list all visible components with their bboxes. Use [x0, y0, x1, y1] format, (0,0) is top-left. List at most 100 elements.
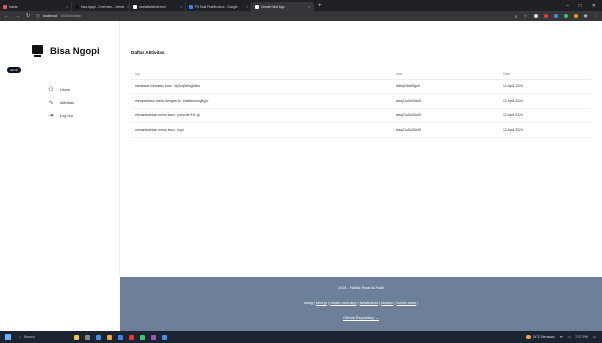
role-badge: admin [7, 67, 22, 73]
extension-icon[interactable] [573, 14, 578, 18]
tech-link[interactable]: tailwindcss [360, 301, 378, 305]
date-cell: 12 April 2024 [503, 79, 591, 94]
browser-tab[interactable]: P3 Soal Praktik.docx - Google × [186, 2, 252, 11]
url-field[interactable]: ⓘ localhost:3000/activity [36, 14, 81, 19]
tech-link[interactable]: next.js [316, 301, 327, 305]
sidebar-item-label: Users [60, 87, 70, 92]
address-bar: ← → ↻ ⓘ localhost:3000/activity ⌕ ☆ ◉ ⋮ [0, 11, 602, 21]
table-row: membuat menuaku baru : idj3oq0eksg0abc f6… [131, 79, 591, 94]
footer-tech-list: using | next.js | create-next-app | tail… [303, 301, 419, 305]
system-tray: 24°C Berawan ≋ ◁ 7:17 PM ▭ [525, 335, 602, 339]
menu-kebab-icon[interactable]: ⋮ [594, 13, 599, 19]
window-controls: – □ ✕ [566, 3, 602, 9]
sidebar-item-users[interactable]: ⚇ Users [48, 83, 74, 96]
url-host: localhost [42, 14, 57, 18]
table-row: menambahkan menu baru : porsche 911 gt tz… [131, 108, 591, 123]
footer-using-prefix: using | [303, 301, 315, 305]
tech-link[interactable]: shadcn [381, 301, 393, 305]
app-icon[interactable] [96, 334, 101, 340]
extension-icon[interactable] [563, 14, 568, 18]
forward-icon[interactable]: → [15, 13, 20, 19]
extension-icon[interactable] [553, 14, 558, 18]
app-icon[interactable] [151, 334, 156, 340]
app-icon[interactable] [85, 334, 90, 340]
log-cell: menambahkan menu baru : kopi [131, 122, 396, 138]
wifi-icon[interactable]: ≋ [560, 335, 563, 339]
activity-icon: ∿ [48, 100, 54, 106]
extensions-area: ⌕ ☆ ◉ ⋮ [515, 13, 598, 19]
browser-tab-strip: Inside × bisa-ngopi - Overview – Vercel × ri… [0, 0, 602, 11]
user-icon: ⚇ [48, 87, 54, 93]
clock[interactable]: 7:17 PM [575, 335, 588, 339]
close-tab-icon[interactable]: × [305, 5, 310, 9]
logout-icon: ⇥ [48, 113, 54, 119]
log-cell: menambahkan menu baru : porsche 911 gt [131, 108, 396, 123]
tech-link[interactable]: create-next-app [330, 301, 357, 305]
activity-table: log user Date membuat menuaku baru : idj… [131, 69, 591, 138]
app-icon[interactable] [74, 334, 79, 340]
bookmark-star-icon[interactable]: ☆ [524, 13, 528, 19]
extension-icon[interactable] [543, 14, 548, 18]
favicon-icon [75, 4, 79, 9]
date-cell: 12 April 2024 [503, 122, 591, 138]
browser-tab[interactable]: rizaladlafi/next-test × [130, 2, 186, 11]
tab-label: rizaladlafi/next-test [139, 4, 166, 9]
user-cell: f6kbyf18a03go0 [396, 79, 503, 94]
close-tab-icon[interactable]: × [124, 5, 129, 9]
app-icon[interactable] [107, 334, 112, 340]
sidebar-item-label: Log out [60, 113, 73, 118]
brand-name: Bisa Ngopi [50, 46, 100, 57]
notification-icon[interactable]: ▭ [593, 335, 596, 339]
browser-tab[interactable]: Inside × [0, 2, 72, 11]
date-cell: 12 April 2024 [503, 108, 591, 123]
tab-label: bisa-ngopi - Overview – Vercel [81, 4, 125, 9]
sidebar-item-label: Aktivitas [60, 100, 75, 105]
app-icon[interactable] [118, 334, 123, 340]
minimize-icon[interactable]: – [566, 3, 569, 9]
maximize-icon[interactable]: □ [579, 3, 582, 9]
weather-widget[interactable]: 24°C Berawan [525, 335, 555, 339]
footer-credit: 2024 - Hafidz Rizal Al-Fadli [338, 286, 384, 290]
close-window-icon[interactable]: ✕ [592, 3, 596, 9]
brand: Bisa Ngopi [32, 45, 100, 58]
windows-start-icon[interactable] [5, 334, 11, 340]
extension-icon[interactable] [533, 14, 538, 18]
sidebar: Bisa Ngopi admin ⚇ Users ∿ Aktivitas ⇥ Log ou… [0, 21, 120, 277]
date-cell: 12 April 2024 [503, 93, 591, 109]
table-row: menambahkan menu baru : kopi tzeq21u5u00c… [131, 122, 591, 138]
sidebar-nav: ⚇ Users ∿ Aktivitas ⇥ Log out [48, 83, 74, 122]
tab-label: Inside [9, 4, 18, 9]
favicon-icon [189, 4, 193, 9]
app-icon[interactable] [140, 334, 145, 340]
taskbar-search-label: Search [23, 335, 35, 339]
profile-icon[interactable]: ◉ [584, 13, 588, 19]
close-tab-icon[interactable]: × [63, 5, 68, 9]
zoom-icon[interactable]: ⌕ [515, 14, 518, 19]
github-repo-link[interactable]: GitHub Repository → [120, 316, 602, 320]
user-cell: tzeq21u5u00c05 [396, 122, 503, 138]
column-header-log: log [131, 69, 396, 80]
sidebar-item-aktivitas[interactable]: ∿ Aktivitas [48, 96, 74, 109]
close-tab-icon[interactable]: × [177, 5, 182, 9]
site-info-icon[interactable]: ⓘ [36, 14, 40, 19]
column-header-user: user [396, 69, 503, 80]
reload-icon[interactable]: ↻ [26, 13, 30, 19]
new-tab-button[interactable]: + [314, 3, 326, 9]
volume-icon[interactable]: ◁ [568, 335, 571, 339]
tech-link[interactable]: lucide-react [397, 301, 417, 305]
footer: 2024 - Hafidz Rizal Al-Fadli using | nex… [120, 277, 602, 331]
app-icon[interactable] [129, 334, 134, 340]
close-tab-icon[interactable]: × [243, 5, 248, 9]
monitor-icon [32, 45, 43, 58]
taskbar-apps [74, 334, 167, 340]
table-row: memperbarui menu dengan id : tlrabbocmuy… [131, 93, 591, 109]
back-icon[interactable]: ← [4, 13, 9, 19]
column-header-date: Date [503, 69, 591, 80]
browser-tab[interactable]: bisa-ngopi - Overview – Vercel × [72, 2, 130, 11]
sidebar-item-log-out[interactable]: ⇥ Log out [48, 109, 74, 122]
browser-tab[interactable]: Create Next App × [252, 2, 314, 11]
app-icon[interactable] [162, 334, 167, 340]
page-title: Daftar Aktivitas [131, 50, 165, 55]
log-cell: memperbarui menu dengan id : tlrabbocmuy… [131, 93, 396, 109]
taskbar-search[interactable]: ⌕ Search [16, 333, 56, 341]
